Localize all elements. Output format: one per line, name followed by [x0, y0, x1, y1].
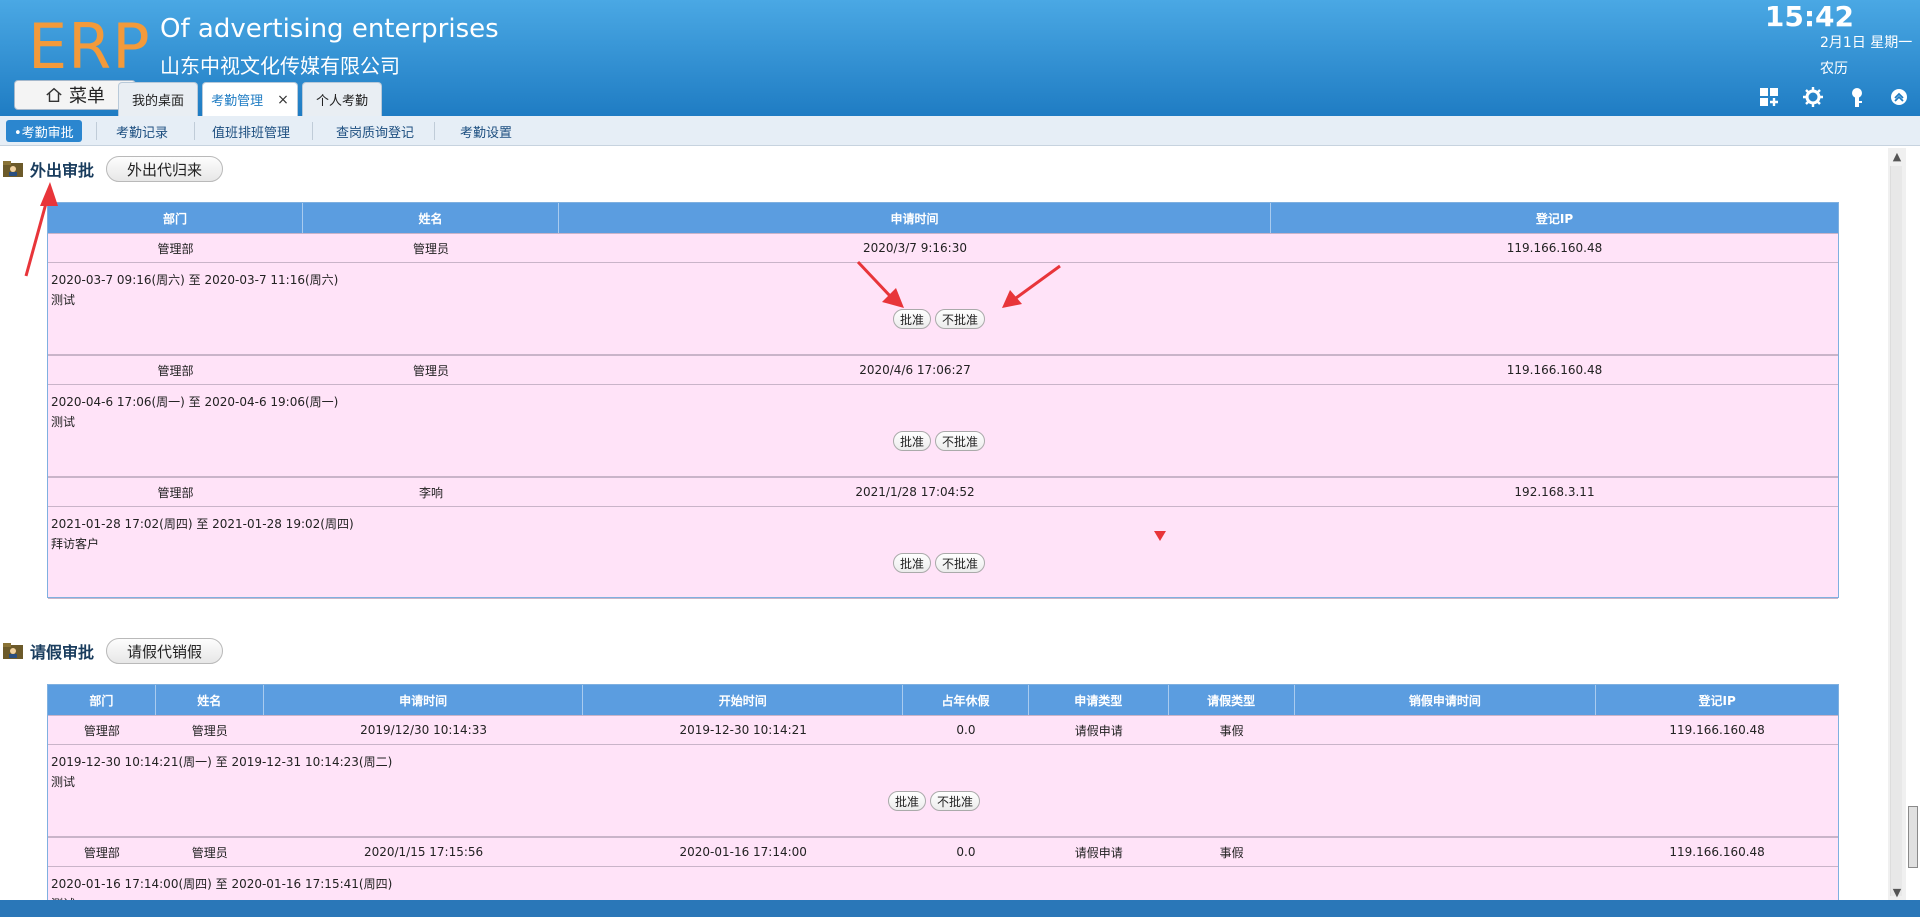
annotation-arrow	[856, 260, 904, 308]
status-bar	[0, 900, 1920, 917]
annotation-overlay	[24, 182, 1166, 541]
annotation-arrow	[24, 182, 58, 277]
red-marker	[1154, 531, 1166, 541]
annotation-arrow	[1002, 264, 1061, 308]
